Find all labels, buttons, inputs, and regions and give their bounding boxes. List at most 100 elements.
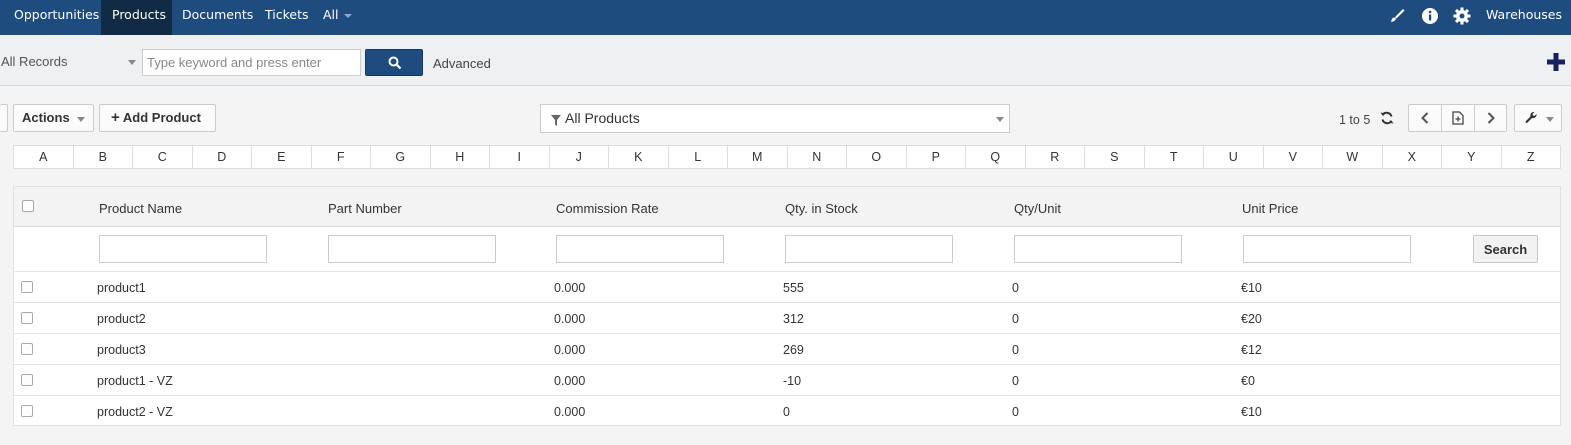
add-product-button[interactable]: + Add Product [99,104,216,132]
nav-all[interactable]: All [312,0,363,35]
refresh-icon[interactable] [1380,111,1394,125]
list-filter-select[interactable]: All Products [540,104,1010,133]
advanced-search-link[interactable]: Advanced [433,56,491,71]
commission-rate-filter-input[interactable] [556,235,724,263]
alphabet-letter-r[interactable]: R [1026,146,1085,168]
column-header-qty-unit[interactable]: Qty/Unit [1014,201,1061,216]
alphabet-letter-a[interactable]: A [14,146,74,168]
qty-unit-cell: 0 [1012,343,1019,357]
nav-warehouses[interactable]: Warehouses [1475,0,1571,48]
column-filter-row: Search [14,227,1560,272]
product-name-cell[interactable]: product3 [97,343,146,357]
nav-documents[interactable]: Documents [171,0,264,35]
alphabet-letter-n[interactable]: N [788,146,847,168]
nav-opportunities[interactable]: Opportunities [3,0,110,35]
search-icon [388,56,402,70]
wrench-icon [1525,111,1537,124]
alphabet-letter-i[interactable]: I [490,146,550,168]
product-name-filter-input[interactable] [99,235,267,263]
top-navigation: Opportunities Products Documents Tickets… [0,0,1571,48]
alphabet-letter-v[interactable]: V [1264,146,1323,168]
row-checkbox[interactable] [21,405,33,417]
column-header-unit-price[interactable]: Unit Price [1242,201,1298,216]
unit-price-cell: €10 [1241,405,1262,419]
commission-rate-cell: 0.000 [554,405,586,419]
alphabet-letter-t[interactable]: T [1145,146,1204,168]
product-name-cell[interactable]: product1 - VZ [97,374,173,388]
alphabet-letter-s[interactable]: S [1085,146,1145,168]
part-number-filter-input[interactable] [328,235,496,263]
product-name-cell[interactable]: product1 [97,281,146,295]
alphabet-letter-m[interactable]: M [728,146,788,168]
alphabet-letter-y[interactable]: Y [1442,146,1502,168]
qty-in-stock-cell: -10 [783,374,802,388]
alphabet-letter-g[interactable]: G [371,146,431,168]
alphabet-letter-f[interactable]: F [312,146,371,168]
alphabet-letter-b[interactable]: B [74,146,133,168]
column-search-button[interactable]: Search [1473,235,1538,263]
alphabet-letter-e[interactable]: E [252,146,312,168]
chevron-down-icon [128,60,136,65]
qty-in-stock-cell: 555 [783,281,804,295]
alphabet-filter: ABCDEFGHIJKLMNOPQRSTUVWXYZ [13,145,1561,169]
column-header-commission-rate[interactable]: Commission Rate [556,201,659,216]
add-product-label: Add Product [122,110,201,125]
column-header-part-number[interactable]: Part Number [328,201,402,216]
alphabet-letter-x[interactable]: X [1383,146,1442,168]
product-name-cell[interactable]: product2 - VZ [97,405,173,419]
filter-icon [551,115,561,126]
next-page-button[interactable] [1475,105,1507,131]
search-input[interactable] [142,49,361,76]
sidebar-toggle[interactable] [0,104,8,132]
row-checkbox[interactable] [21,343,33,355]
qty-unit-cell: 0 [1012,405,1019,419]
qty-unit-filter-input[interactable] [1014,235,1182,263]
list-settings-button[interactable] [1514,104,1562,132]
info-icon[interactable] [1420,6,1440,26]
select-all-checkbox[interactable] [22,200,34,212]
chevron-right-icon [1487,112,1495,124]
table-row[interactable]: product1 0.000 555 0 €10 [14,272,1560,303]
previous-page-button[interactable] [1409,105,1442,131]
gear-icon[interactable] [1452,6,1472,26]
alphabet-letter-j[interactable]: J [550,146,609,168]
unit-price-cell: €10 [1241,281,1262,295]
nav-products[interactable]: Products [101,0,172,35]
alphabet-letter-q[interactable]: Q [966,146,1026,168]
row-checkbox[interactable] [21,374,33,386]
qty-in-stock-cell: 269 [783,343,804,357]
unit-price-filter-input[interactable] [1243,235,1411,263]
actions-label: Actions [22,110,70,125]
table-row[interactable]: product2 0.000 312 0 €20 [14,303,1560,334]
alphabet-letter-c[interactable]: C [133,146,193,168]
alphabet-letter-h[interactable]: H [431,146,490,168]
column-header-qty-in-stock[interactable]: Qty. in Stock [785,201,858,216]
alphabet-letter-l[interactable]: L [669,146,728,168]
records-select[interactable]: All Records [0,49,138,75]
alphabet-letter-u[interactable]: U [1204,146,1264,168]
table-row[interactable]: product2 - VZ 0.000 0 0 €10 [14,396,1560,427]
alphabet-letter-d[interactable]: D [193,146,252,168]
export-page-button[interactable] [1442,105,1475,131]
records-select-value: All Records [1,54,68,69]
table-row[interactable]: product3 0.000 269 0 €12 [14,334,1560,365]
plus-icon[interactable] [1546,52,1566,72]
column-header-product-name[interactable]: Product Name [99,201,182,216]
product-name-cell[interactable]: product2 [97,312,146,326]
nav-tickets[interactable]: Tickets [254,0,320,35]
alphabet-letter-o[interactable]: O [847,146,907,168]
brush-icon[interactable] [1387,6,1407,26]
alphabet-letter-k[interactable]: K [609,146,669,168]
alphabet-letter-w[interactable]: W [1323,146,1383,168]
table-row[interactable]: product1 - VZ 0.000 -10 0 €0 [14,365,1560,396]
qty-in-stock-filter-input[interactable] [785,235,953,263]
row-checkbox[interactable] [21,312,33,324]
commission-rate-cell: 0.000 [554,374,586,388]
search-button[interactable] [365,49,423,76]
actions-button[interactable]: Actions [13,104,94,132]
chevron-down-icon [343,13,352,18]
alphabet-letter-p[interactable]: P [907,146,966,168]
commission-rate-cell: 0.000 [554,312,586,326]
row-checkbox[interactable] [21,281,33,293]
alphabet-letter-z[interactable]: Z [1502,146,1561,168]
